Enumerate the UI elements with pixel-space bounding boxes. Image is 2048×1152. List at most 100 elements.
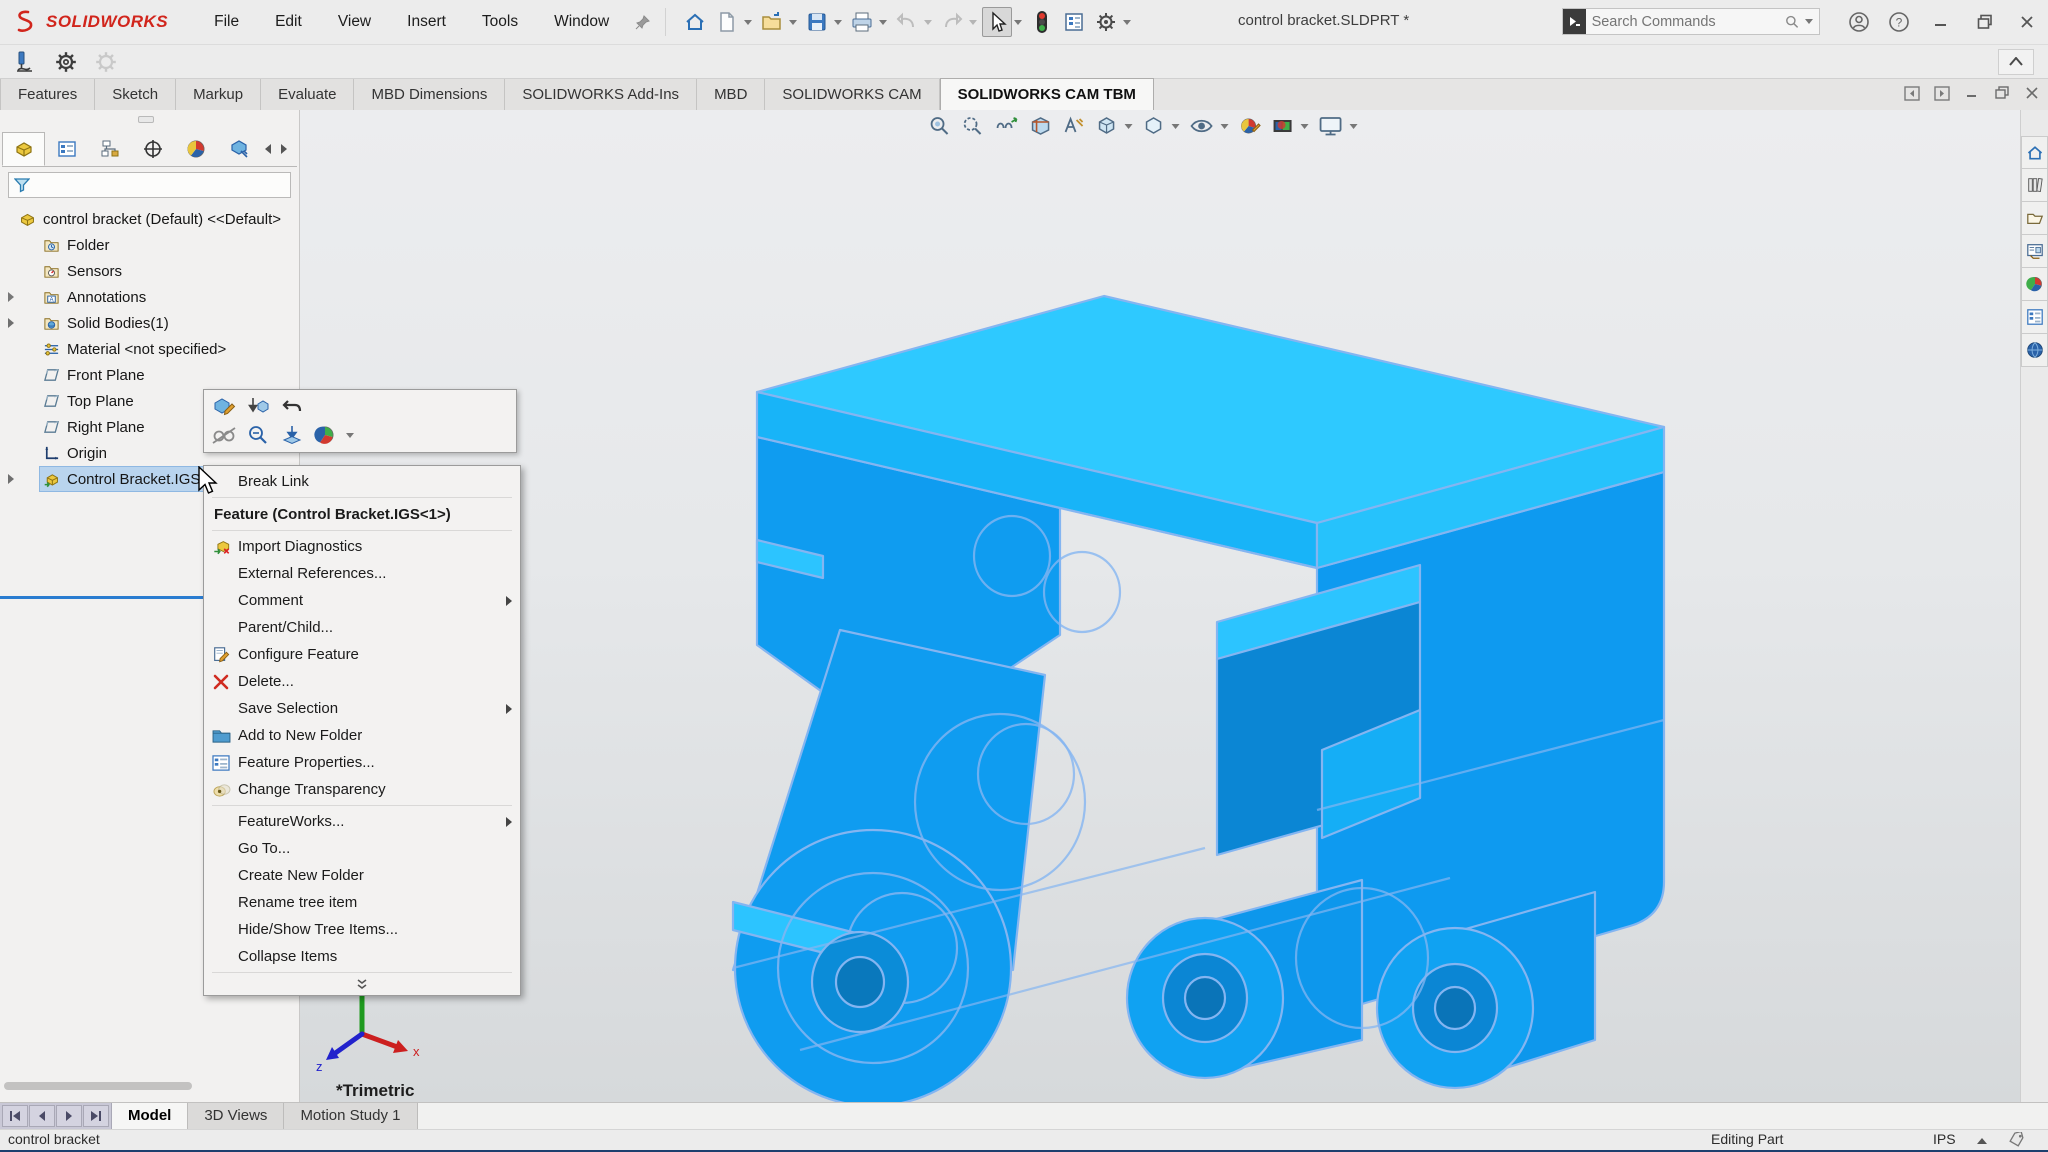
account-icon[interactable] bbox=[1846, 10, 1872, 34]
pane-right-icon[interactable] bbox=[1932, 84, 1952, 102]
tab-solidworks-cam[interactable]: SOLIDWORKS CAM bbox=[765, 79, 939, 110]
doc-restore-button[interactable] bbox=[1992, 84, 2012, 102]
expand-arrow-icon[interactable] bbox=[8, 318, 14, 328]
tab-propertymanager-icon[interactable] bbox=[45, 132, 88, 166]
redo-button[interactable] bbox=[937, 7, 967, 37]
close-button[interactable] bbox=[2014, 10, 2040, 34]
menu-insert[interactable]: Insert bbox=[407, 13, 446, 31]
tab-markup[interactable]: Markup bbox=[176, 79, 261, 110]
first-tab-icon[interactable] bbox=[2, 1105, 28, 1127]
hide-icon[interactable] bbox=[210, 422, 238, 448]
menu-file[interactable]: File bbox=[214, 13, 239, 31]
graphics-viewport[interactable]: x z *Trimetric bbox=[300, 110, 2020, 1102]
select-dropdown[interactable] bbox=[1014, 20, 1022, 25]
collapse-toolbar-button[interactable] bbox=[1998, 49, 2034, 75]
solidworks-forum-icon[interactable] bbox=[2021, 334, 2048, 367]
menu-item-external-references[interactable]: External References... bbox=[204, 560, 520, 587]
search-commands-box[interactable] bbox=[1562, 8, 1820, 35]
options-dropdown[interactable] bbox=[1123, 20, 1131, 25]
tree-item-sensors[interactable]: Sensors bbox=[0, 258, 299, 284]
menu-item-collapse-items[interactable]: Collapse Items bbox=[204, 943, 520, 970]
menu-item-go-to[interactable]: Go To... bbox=[204, 835, 520, 862]
home-button[interactable] bbox=[680, 7, 710, 37]
help-icon[interactable]: ? bbox=[1886, 10, 1912, 34]
menu-more-commands[interactable] bbox=[204, 975, 520, 993]
last-tab-icon[interactable] bbox=[83, 1105, 109, 1127]
save-dropdown[interactable] bbox=[834, 20, 842, 25]
menu-item-hide-show-tree-items[interactable]: Hide/Show Tree Items... bbox=[204, 916, 520, 943]
appearances-icon[interactable] bbox=[312, 422, 340, 448]
tree-item-folder[interactable]: Folder bbox=[0, 232, 299, 258]
tab-features[interactable]: Features bbox=[0, 79, 95, 110]
pin-menu-icon[interactable] bbox=[635, 14, 651, 30]
rebuild-button[interactable] bbox=[1027, 7, 1057, 37]
options-button[interactable] bbox=[1091, 7, 1121, 37]
tag-icon[interactable] bbox=[2008, 1132, 2025, 1147]
control-bracket-model[interactable] bbox=[300, 110, 2020, 1102]
new-document-button[interactable] bbox=[712, 7, 742, 37]
tab-dimxpertmanager-icon[interactable] bbox=[131, 132, 174, 166]
undo-icon[interactable] bbox=[278, 394, 306, 420]
appearances-scenes-icon[interactable] bbox=[2021, 268, 2048, 301]
tab-design-tree-icon[interactable] bbox=[2, 132, 45, 166]
tab-model[interactable]: Model bbox=[112, 1103, 188, 1129]
display-settings-button[interactable] bbox=[1059, 7, 1089, 37]
print-dropdown[interactable] bbox=[879, 20, 887, 25]
expand-arrow-icon[interactable] bbox=[8, 474, 14, 484]
redo-dropdown[interactable] bbox=[969, 20, 977, 25]
tab-solidworks-cam-tbm[interactable]: SOLIDWORKS CAM TBM bbox=[940, 78, 1154, 110]
search-dropdown[interactable] bbox=[1805, 19, 1813, 24]
menu-tools[interactable]: Tools bbox=[482, 13, 518, 31]
next-tab-icon[interactable] bbox=[56, 1105, 82, 1127]
tab-3d-views[interactable]: 3D Views bbox=[188, 1103, 284, 1129]
tab-solidworks-add-ins[interactable]: SOLIDWORKS Add-Ins bbox=[505, 79, 697, 110]
menu-item-featureworks[interactable]: FeatureWorks... bbox=[204, 808, 520, 835]
edit-feature-icon[interactable] bbox=[210, 394, 238, 420]
doc-close-button[interactable] bbox=[2022, 84, 2042, 102]
normal-to-icon[interactable] bbox=[278, 422, 306, 448]
menu-item-delete[interactable]: Delete... bbox=[204, 668, 520, 695]
appearances-dropdown[interactable] bbox=[346, 433, 354, 438]
menu-item-create-new-folder[interactable]: Create New Folder bbox=[204, 862, 520, 889]
tab-scroll-left-icon[interactable] bbox=[260, 132, 276, 166]
menu-view[interactable]: View bbox=[338, 13, 371, 31]
panel-horizontal-scrollbar[interactable] bbox=[4, 1082, 192, 1090]
search-icon[interactable] bbox=[1785, 14, 1799, 30]
tab-sketch[interactable]: Sketch bbox=[95, 79, 176, 110]
new-document-dropdown[interactable] bbox=[744, 20, 752, 25]
file-explorer-icon[interactable] bbox=[2021, 202, 2048, 235]
undo-dropdown[interactable] bbox=[924, 20, 932, 25]
doc-minimize-button[interactable] bbox=[1962, 84, 1982, 102]
menu-item-import-diagnostics[interactable]: Import Diagnostics bbox=[204, 533, 520, 560]
minimize-button[interactable] bbox=[1928, 10, 1954, 34]
menu-item-break-link[interactable]: Break Link bbox=[204, 468, 520, 495]
home-tab-icon[interactable] bbox=[2021, 136, 2048, 169]
expand-arrow-icon[interactable] bbox=[8, 292, 14, 302]
tab-mbd[interactable]: MBD bbox=[697, 79, 765, 110]
menu-edit[interactable]: Edit bbox=[275, 13, 302, 31]
menu-window[interactable]: Window bbox=[554, 13, 609, 31]
design-library-icon[interactable] bbox=[2021, 169, 2048, 202]
tab-scroll-right-icon[interactable] bbox=[276, 132, 292, 166]
menu-item-comment[interactable]: Comment bbox=[204, 587, 520, 614]
previous-tab-icon[interactable] bbox=[29, 1105, 55, 1127]
pane-left-icon[interactable] bbox=[1902, 84, 1922, 102]
view-palette-icon[interactable] bbox=[2021, 235, 2048, 268]
open-button[interactable] bbox=[757, 7, 787, 37]
markup-pen-icon[interactable] bbox=[14, 50, 38, 74]
tree-item-root[interactable]: control bracket (Default) <<Default> bbox=[0, 206, 299, 232]
zoom-to-selection-icon[interactable] bbox=[244, 422, 272, 448]
open-dropdown[interactable] bbox=[789, 20, 797, 25]
menu-item-change-transparency[interactable]: Change Transparency bbox=[204, 776, 520, 803]
units-dropdown-icon[interactable] bbox=[1977, 1138, 1987, 1144]
tab-configurationmanager-icon[interactable] bbox=[88, 132, 131, 166]
menu-item-feature-properties[interactable]: Feature Properties... bbox=[204, 749, 520, 776]
menu-item-save-selection[interactable]: Save Selection bbox=[204, 695, 520, 722]
tab-mbd-dimensions[interactable]: MBD Dimensions bbox=[354, 79, 505, 110]
menu-item-parent-child[interactable]: Parent/Child... bbox=[204, 614, 520, 641]
undo-button[interactable] bbox=[892, 7, 922, 37]
menu-item-rename-tree-item[interactable]: Rename tree item bbox=[204, 889, 520, 916]
panel-collapse-handle[interactable] bbox=[138, 116, 154, 123]
save-button[interactable] bbox=[802, 7, 832, 37]
tree-item-annotations[interactable]: A Annotations bbox=[0, 284, 299, 310]
